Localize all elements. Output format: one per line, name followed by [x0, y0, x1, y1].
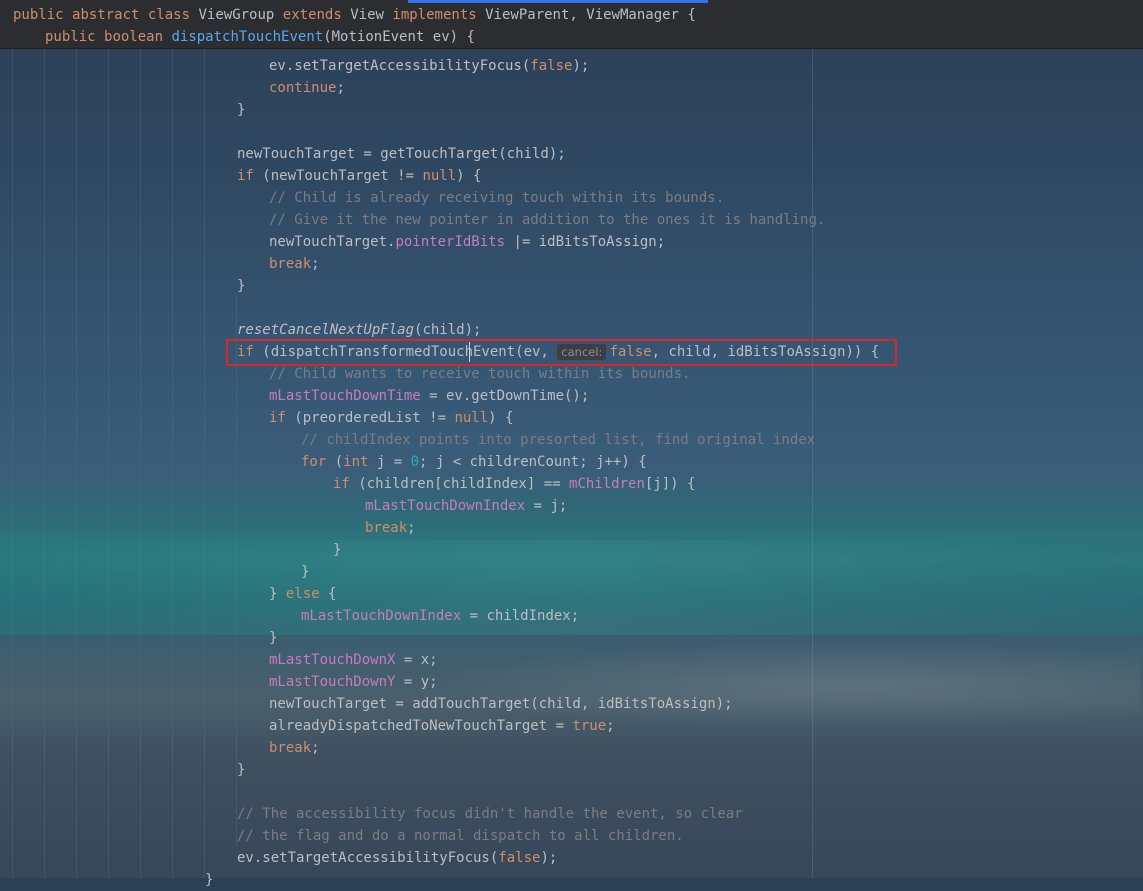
code-line[interactable]: } — [205, 869, 213, 891]
code-comment[interactable]: // childIndex points into presorted list… — [301, 429, 815, 451]
code-line[interactable]: } — [237, 99, 245, 121]
code-line[interactable]: mLastTouchDownTime = ev.getDownTime(); — [269, 385, 589, 407]
code-line[interactable]: ev.setTargetAccessibilityFocus(false); — [237, 847, 557, 869]
code-line[interactable]: if (newTouchTarget != null) { — [237, 165, 481, 187]
parameter-hint-cancel: cancel: — [557, 344, 607, 360]
code-line[interactable]: for (int j = 0; j < childrenCount; j++) … — [301, 451, 647, 473]
code-line[interactable]: continue; — [269, 77, 345, 99]
code-line[interactable]: break; — [269, 253, 320, 275]
code-comment[interactable]: // Give it the new pointer in addition t… — [269, 209, 825, 231]
code-line[interactable]: resetCancelNextUpFlag(child); — [237, 319, 481, 341]
code-line-highlighted[interactable]: if (dispatchTransformedTouchEvent(ev, ca… — [237, 341, 879, 363]
header-method-declaration[interactable]: public boolean dispatchTouchEvent(Motion… — [45, 26, 475, 48]
code-line[interactable]: } else { — [269, 583, 336, 605]
code-line[interactable]: mLastTouchDownY = y; — [269, 671, 438, 693]
code-line[interactable]: } — [301, 561, 309, 583]
code-line[interactable]: mLastTouchDownIndex = childIndex; — [301, 605, 579, 627]
code-line[interactable]: if (preorderedList != null) { — [269, 407, 513, 429]
code-line[interactable]: } — [237, 275, 245, 297]
code-line[interactable]: newTouchTarget = getTouchTarget(child); — [237, 143, 566, 165]
code-line[interactable]: alreadyDispatchedToNewTouchTarget = true… — [269, 715, 615, 737]
active-tab-indicator — [408, 0, 708, 3]
code-comment[interactable]: // The accessibility focus didn't handle… — [237, 803, 743, 825]
code-comment[interactable]: // Child wants to receive touch within i… — [269, 363, 690, 385]
text-caret — [469, 342, 470, 362]
code-comment[interactable]: // Child is already receiving touch with… — [269, 187, 724, 209]
code-line[interactable]: } — [269, 627, 277, 649]
code-line[interactable]: break; — [269, 737, 320, 759]
sticky-scope-header[interactable]: public abstract class ViewGroup extends … — [0, 0, 1143, 49]
code-line[interactable]: mLastTouchDownX = x; — [269, 649, 438, 671]
code-comment[interactable]: // the flag and do a normal dispatch to … — [237, 825, 684, 847]
code-line[interactable]: ev.setTargetAccessibilityFocus(false); — [269, 55, 589, 77]
code-line[interactable]: if (children[childIndex] == mChildren[j]… — [333, 473, 695, 495]
code-line[interactable]: } — [333, 539, 341, 561]
header-class-declaration[interactable]: public abstract class ViewGroup extends … — [13, 4, 696, 26]
code-line[interactable]: newTouchTarget = addTouchTarget(child, i… — [269, 693, 733, 715]
code-line[interactable]: } — [237, 759, 245, 781]
code-line[interactable]: mLastTouchDownIndex = j; — [365, 495, 567, 517]
code-line[interactable]: newTouchTarget.pointerIdBits |= idBitsTo… — [269, 231, 665, 253]
code-line[interactable]: break; — [365, 517, 416, 539]
